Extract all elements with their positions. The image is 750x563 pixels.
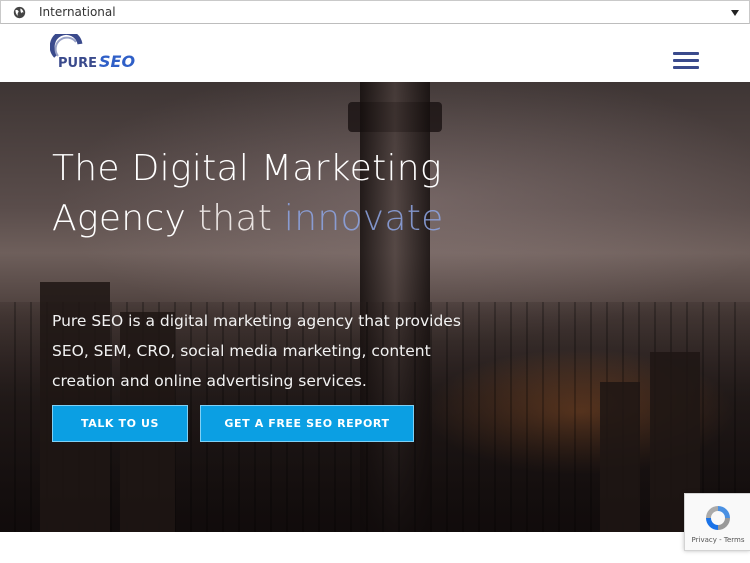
talk-to-us-button[interactable]: TALK TO US xyxy=(52,405,188,442)
hamburger-menu-icon[interactable] xyxy=(673,52,699,70)
svg-text:SEO: SEO xyxy=(99,52,135,71)
site-header: PURE SEO xyxy=(0,24,750,82)
chevron-down-icon[interactable] xyxy=(731,10,739,16)
svg-text:PURE: PURE xyxy=(58,56,97,71)
recaptcha-badge[interactable]: Privacy - Terms xyxy=(684,493,750,551)
hero-section: The Digital Marketing Agency that innova… xyxy=(0,82,750,532)
free-seo-report-button[interactable]: GET A FREE SEO REPORT xyxy=(200,405,414,442)
hero-description: Pure SEO is a digital marketing agency t… xyxy=(52,312,461,390)
hero-title: The Digital Marketing Agency that innova… xyxy=(52,148,444,239)
recaptcha-icon xyxy=(706,506,730,530)
pure-seo-logo[interactable]: PURE SEO xyxy=(50,34,142,74)
recaptcha-privacy-terms[interactable]: Privacy - Terms xyxy=(685,536,750,544)
region-selector[interactable]: International xyxy=(0,0,750,24)
region-label: International xyxy=(39,5,116,19)
globe-icon xyxy=(13,6,26,19)
